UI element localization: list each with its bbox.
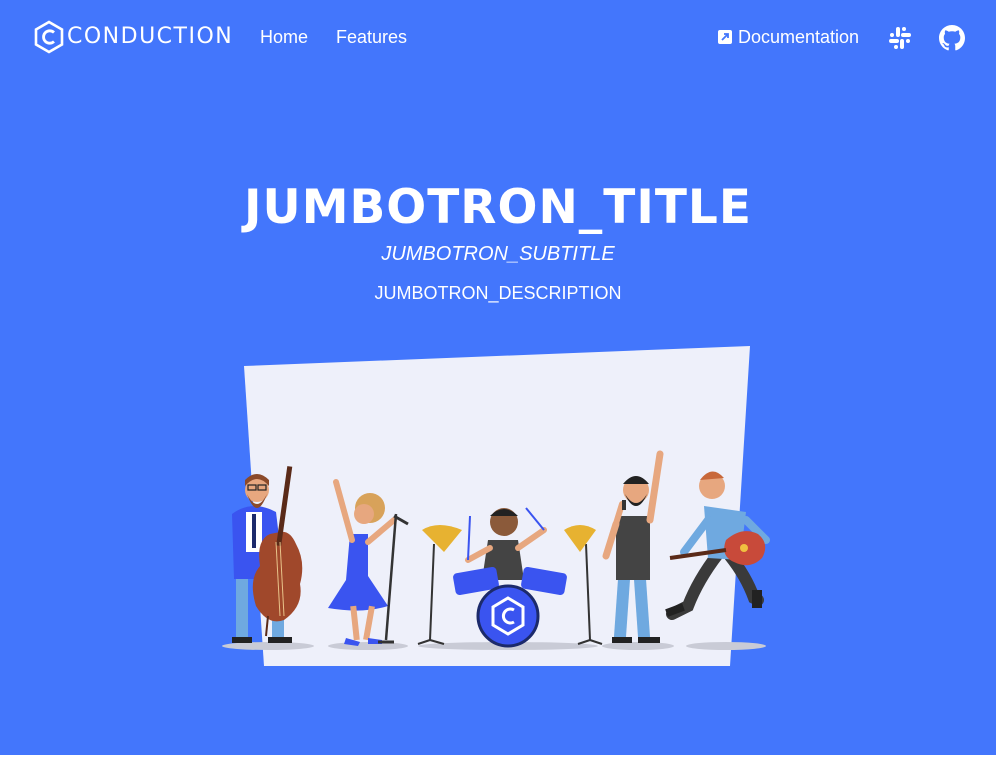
external-link-icon <box>718 30 732 44</box>
github-icon[interactable] <box>939 25 965 51</box>
hero-section: CONDUCTION Home Features Documentation J… <box>0 0 996 755</box>
conduction-logo-icon <box>34 20 64 54</box>
nav-home-link[interactable]: Home <box>260 26 308 48</box>
brand-link[interactable]: CONDUCTION <box>34 20 233 54</box>
navbar: CONDUCTION Home Features Documentation <box>0 0 996 76</box>
nav-documentation-label: Documentation <box>738 27 860 47</box>
band-illustration <box>222 346 770 666</box>
jumbotron-description: JUMBOTRON_DESCRIPTION <box>374 283 622 303</box>
nav-features-link[interactable]: Features <box>336 26 407 48</box>
jumbotron-title: JUMBOTRON_TITLE <box>244 180 752 235</box>
nav-documentation-link[interactable]: Documentation <box>718 26 859 48</box>
jumbotron-subtitle: JUMBOTRON_SUBTITLE <box>381 243 615 265</box>
slack-icon[interactable] <box>887 25 913 51</box>
brand-name: CONDUCTION <box>67 24 234 49</box>
